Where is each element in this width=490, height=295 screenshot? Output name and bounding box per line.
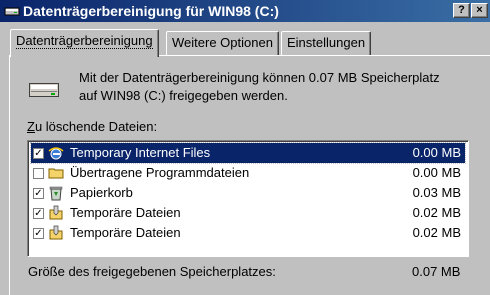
checkbox[interactable]: ✓ <box>33 208 44 219</box>
folder-icon <box>48 168 64 179</box>
list-item[interactable]: Übertragene Programmdateien 0.00 MB <box>31 163 465 183</box>
temp-files-icon <box>49 205 63 220</box>
close-button[interactable]: × <box>471 3 488 18</box>
files-to-delete-label: Zu löschende Dateien: <box>27 119 157 134</box>
item-size: 0.00 MB <box>412 165 461 180</box>
total-space-value: 0.07 MB <box>412 264 461 279</box>
item-name: Übertragene Programmdateien <box>70 165 250 180</box>
list-item[interactable]: ✓ Temporäre Dateien 0.02 MB <box>31 203 465 223</box>
item-size: 0.00 MB <box>412 145 461 160</box>
checkbox[interactable]: ✓ <box>33 228 44 239</box>
internet-explorer-icon <box>48 147 64 160</box>
tab-more-options[interactable]: Weitere Optionen <box>166 31 279 55</box>
temp-files-icon <box>49 225 63 240</box>
label-rest: u löschende Dateien: <box>34 119 158 134</box>
description-line-2: auf WIN98 (C:) freigegeben werden. <box>79 88 288 103</box>
tab-label: Einstellungen <box>287 35 366 50</box>
description-line-1: Mit der Datenträgerbereinigung können 0.… <box>79 70 440 85</box>
recycle-bin-icon <box>49 186 63 201</box>
list-item[interactable]: ✓ Temporäre Dateien 0.02 MB <box>31 223 465 243</box>
files-listbox[interactable]: ✓ Temporary Internet Files 0.00 MB Übert… <box>27 140 469 257</box>
item-name: Papierkorb <box>70 185 133 200</box>
tab-label: Datenträgerbereinigung <box>16 33 153 49</box>
checkbox[interactable]: ✓ <box>33 148 44 159</box>
disk-cleanup-icon <box>4 7 20 16</box>
hard-drive-icon <box>29 83 59 97</box>
checkbox[interactable] <box>33 168 44 179</box>
description-text: Mit der Datenträgerbereinigung können 0.… <box>79 69 479 105</box>
help-button[interactable]: ? <box>453 3 470 18</box>
item-size: 0.03 MB <box>412 185 461 200</box>
checkbox[interactable]: ✓ <box>33 188 44 199</box>
title-bar[interactable]: Datenträgerbereinigung für WIN98 (C:) ? … <box>0 0 490 22</box>
item-name: Temporäre Dateien <box>70 205 181 220</box>
item-name: Temporäre Dateien <box>70 225 181 240</box>
list-item[interactable]: ✓ Temporary Internet Files 0.00 MB <box>30 142 466 164</box>
item-size: 0.02 MB <box>412 225 461 240</box>
total-space-label: Größe des freigegebenen Speicherplatzes: <box>28 264 276 279</box>
list-item[interactable]: ✓ Papierkorb 0.03 MB <box>31 183 465 203</box>
window-title: Datenträgerbereinigung für WIN98 (C:) <box>23 3 279 19</box>
item-name: Temporary Internet Files <box>70 145 211 160</box>
label-accelerator: Z <box>27 119 35 134</box>
tab-label: Weitere Optionen <box>172 35 273 50</box>
tab-settings[interactable]: Einstellungen <box>281 31 372 55</box>
item-size: 0.02 MB <box>412 205 461 220</box>
tab-disk-cleanup[interactable]: Datenträgerbereinigung <box>10 29 159 57</box>
